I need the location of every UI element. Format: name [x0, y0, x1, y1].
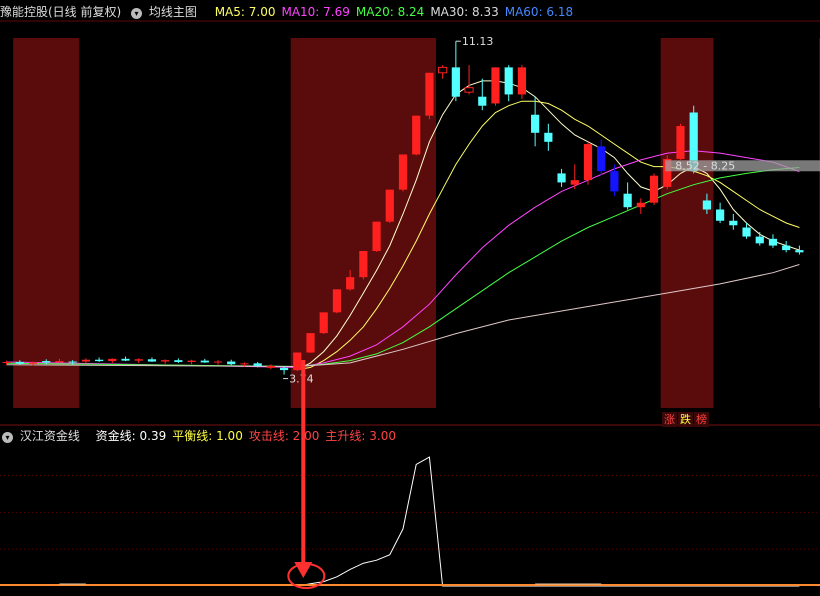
candle-body-34	[451, 67, 460, 97]
highlight-zone-0	[13, 38, 80, 408]
sub-indicator-name[interactable]: 汉江资金线	[20, 429, 80, 443]
candle-body-43	[570, 180, 579, 185]
candle-body-51	[676, 126, 685, 159]
candle-body-59	[782, 245, 791, 251]
candle-body-19	[253, 363, 262, 367]
candle-body-13	[174, 360, 183, 362]
sub-label-2: 攻击线: 2.00	[248, 429, 320, 443]
candle-body-58	[768, 238, 778, 246]
candle-body-9	[121, 358, 130, 361]
candle-body-54	[716, 209, 725, 221]
rank-tag-1[interactable]: 跌	[678, 412, 693, 427]
ma-label-3: MA30: 8.33	[430, 5, 499, 19]
highlight-zone-2	[660, 38, 714, 408]
sub-label-3: 主升线: 3.00	[325, 429, 396, 443]
candle-body-41	[544, 132, 553, 142]
candle-body-2	[28, 362, 38, 364]
candle-body-12	[161, 360, 170, 362]
candle-body-32	[425, 72, 434, 116]
candle-body-25	[332, 289, 342, 313]
candle-body-29	[385, 189, 394, 222]
indicator-dropdown-icon[interactable]: ▾	[131, 8, 143, 19]
candle-body-0	[2, 361, 11, 363]
candle-body-23	[306, 333, 315, 353]
ma-label-2: MA20: 8.24	[355, 5, 425, 19]
candle-body-36	[478, 96, 487, 106]
candle-body-18	[240, 363, 249, 365]
sub-series-line-0	[297, 456, 800, 587]
stock-chart[interactable]: 11.133.748.52 - 8.25	[0, 0, 820, 592]
candle-body-31	[412, 115, 421, 155]
price-annotation-2: 8.52 - 8.25	[675, 159, 735, 172]
candle-body-24	[319, 312, 328, 334]
chart-window: 11.133.748.52 - 8.25 豫能控股(日线 前复权) ▾ 均线主图…	[0, 0, 820, 592]
sub-label-1: 平衡线: 1.00	[172, 429, 243, 443]
candle-body-16	[213, 361, 223, 363]
candle-body-7	[95, 359, 104, 362]
sub-header: ▾ 汉江资金线 资金线: 0.39 平衡线: 1.00 攻击线: 2.00 主升线: …	[0, 427, 408, 445]
sub-labels: 资金线: 0.39 平衡线: 1.00 攻击线: 2.00 主升线: 3.00	[90, 429, 402, 443]
candle-body-42	[557, 173, 566, 183]
candle-body-21	[279, 367, 289, 371]
candle-body-1	[15, 361, 24, 364]
candle-body-33	[438, 66, 448, 74]
candle-body-53	[702, 200, 711, 210]
ma-label-4: MA60: 6.18	[504, 5, 574, 19]
stock-title[interactable]: 豫能控股(日线 前复权)	[0, 5, 121, 19]
ma-labels: MA5: 7.00 MA10: 7.69 MA20: 8.24 MA30: 8.33 M…	[215, 5, 579, 19]
candle-body-55	[729, 220, 738, 226]
sub-dropdown-icon[interactable]: ▾	[2, 432, 13, 443]
candle-body-35	[464, 87, 474, 93]
candle-body-47	[623, 193, 632, 208]
candle-body-37	[491, 67, 500, 104]
candle-body-39	[517, 67, 527, 95]
candle-body-22	[293, 352, 302, 371]
candle-body-4	[55, 361, 64, 363]
main-header: 豫能控股(日线 前复权) ▾ 均线主图 MA5: 7.00 MA10: 7.69 M…	[0, 3, 585, 21]
rank-tag-2[interactable]: 榜	[694, 412, 709, 427]
rank-tag-0[interactable]: 涨	[662, 412, 677, 427]
candle-body-60	[795, 250, 804, 253]
candle-body-26	[346, 277, 355, 290]
candle-body-5	[68, 361, 77, 363]
ranking-tags[interactable]: 涨跌榜	[662, 412, 709, 427]
candle-body-6	[81, 359, 90, 362]
candle-body-44	[583, 144, 593, 181]
candle-body-8	[108, 358, 117, 362]
indicator-name[interactable]: 均线主图	[149, 5, 197, 19]
ma-label-0: MA5: 7.00	[214, 5, 276, 19]
candle-body-28	[372, 221, 381, 251]
candle-body-11	[147, 359, 157, 362]
candle-body-10	[134, 359, 143, 361]
candle-body-15	[200, 360, 209, 363]
candle-body-17	[227, 361, 236, 365]
candle-body-30	[398, 154, 408, 190]
candle-body-49	[649, 175, 659, 203]
candle-body-45	[597, 146, 606, 172]
price-annotation-0: 11.13	[462, 35, 494, 48]
sub-label-0: 资金线: 0.39	[95, 429, 167, 443]
candle-body-20	[266, 366, 275, 368]
candle-body-40	[531, 114, 540, 133]
candle-body-27	[359, 250, 368, 278]
candle-body-46	[610, 171, 619, 192]
candle-body-14	[187, 360, 196, 362]
candle-body-57	[755, 236, 764, 244]
candle-body-56	[742, 227, 751, 237]
ma-label-1: MA10: 7.69	[281, 5, 350, 19]
candle-body-48	[636, 202, 645, 208]
candle-body-3	[42, 361, 51, 363]
candle-body-38	[504, 67, 513, 95]
